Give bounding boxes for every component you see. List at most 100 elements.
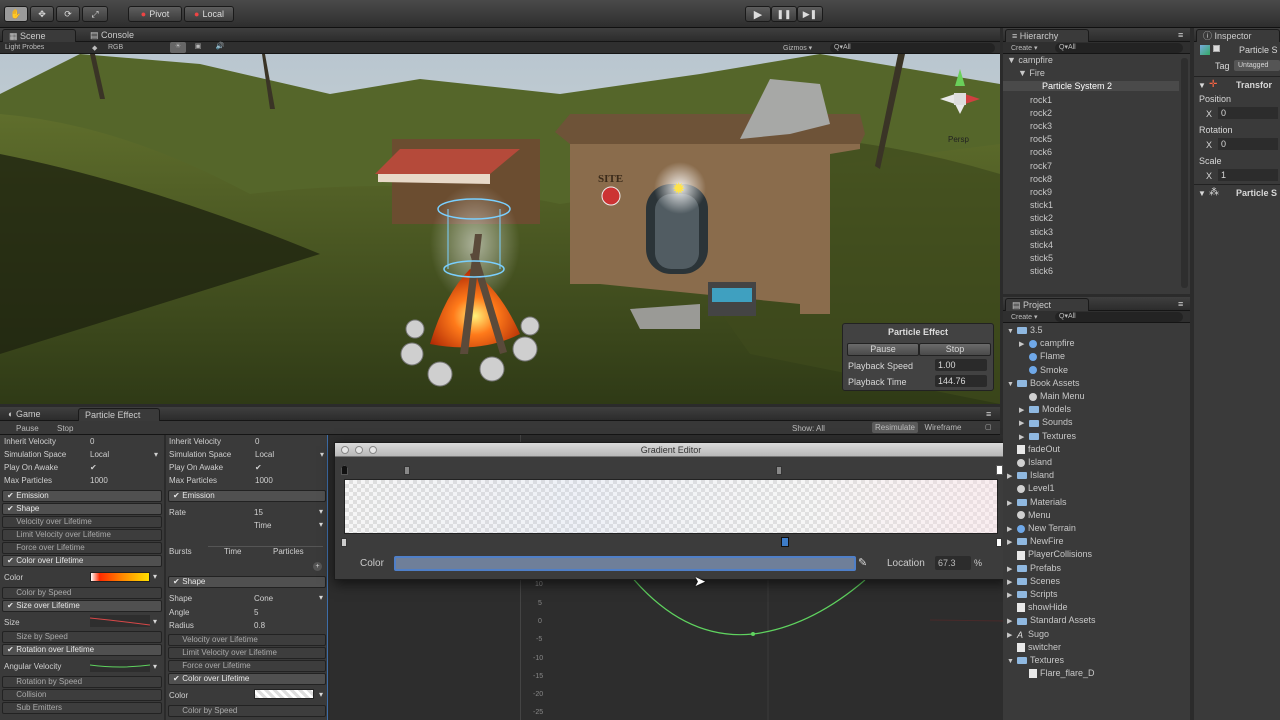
step-button[interactable]: ▶❚ [797,6,823,22]
foldout-arrow-icon[interactable]: ▶ [1007,578,1017,586]
panel-menu-icon[interactable]: ≡ [1178,30,1183,40]
playback-time-field[interactable]: 144.76 [935,375,987,387]
playback-speed-field[interactable]: 1.00 [935,359,987,371]
foldout-arrow-icon[interactable]: ▶ [1007,565,1017,573]
rate-unit-dropdown[interactable]: Time [254,521,271,530]
transform-header[interactable]: Transfor [1236,80,1272,90]
tab-inspector[interactable]: ⓘ Inspector [1196,29,1280,42]
hierarchy-create-button[interactable]: Create ▾ [1011,44,1037,52]
foldout-arrow-icon[interactable]: ▶ [1007,538,1017,546]
c2-module-force[interactable]: Force over Lifetime [168,660,326,672]
shape-dropdown[interactable]: Cone [254,594,273,603]
module-color-by-speed[interactable]: Color by Speed [2,587,162,599]
project-item[interactable]: ▶ campfire [1019,338,1075,348]
foldout-arrow-icon[interactable]: ▶ [1019,406,1029,414]
project-item[interactable]: ▼ 3.5 [1007,325,1043,335]
project-item[interactable]: ▶ Textures [1019,431,1076,441]
project-item[interactable]: ▶ Models [1019,404,1071,414]
hierarchy-item[interactable]: rock1 [1030,95,1052,105]
hierarchy-item[interactable]: rock2 [1030,108,1052,118]
foldout-arrow-icon[interactable]: ▶ [1007,472,1017,480]
module-sub-emitters[interactable]: Sub Emitters [2,702,162,714]
tab-console[interactable]: ▤ Console [84,29,154,42]
overlay-stop-button[interactable]: Stop [919,343,991,356]
project-item[interactable]: switcher [1007,642,1061,652]
panel-menu-icon[interactable]: ≡ [1178,299,1183,309]
alpha-key-handle[interactable] [776,466,782,475]
foldout-arrow-icon[interactable]: ▶ [1007,591,1017,599]
c2-color-gradient-swatch[interactable] [254,689,314,699]
project-create-button[interactable]: Create ▾ [1011,313,1037,321]
project-item[interactable]: Level1 [1007,483,1055,493]
project-item[interactable]: Flare_flare_D [1019,668,1095,679]
c2-module-velocity[interactable]: Velocity over Lifetime [168,634,326,646]
scale-x-field[interactable]: 1 [1218,169,1278,181]
foldout-arrow-icon[interactable]: ▼ [1198,81,1206,90]
module-checkbox[interactable]: ✔ [7,645,14,655]
particle-system-header[interactable]: Particle S [1236,188,1277,198]
c2-max-value[interactable]: 1000 [255,476,273,485]
color-key-handle[interactable] [341,538,347,547]
color-key-handle[interactable] [996,538,1002,547]
foldout-arrow-icon[interactable]: ▶ [1007,617,1017,625]
project-item[interactable]: ▶ Scripts [1007,589,1058,599]
hierarchy-item[interactable]: stick4 [1030,240,1053,250]
project-item[interactable]: Main Menu [1019,391,1085,401]
module-force[interactable]: Force over Lifetime [2,542,162,554]
project-item[interactable]: Flame [1019,351,1065,361]
gizmos-dropdown[interactable]: Gizmos ▾ [783,44,812,52]
gradient-location-field[interactable]: 67.3 [935,556,971,570]
foldout-arrow-icon[interactable]: ▼ [1007,381,1017,388]
module-emission[interactable]: ✔ Emission [2,490,162,502]
project-item[interactable]: ▶ Prefabs [1007,563,1061,573]
c1-sim-space-value[interactable]: Local [90,450,109,459]
project-item[interactable]: ▶ Standard Assets [1007,615,1096,625]
rotate-tool-icon[interactable]: ⟳ [56,6,80,22]
project-item[interactable]: PlayerCollisions [1007,549,1092,560]
c2-module-color-over-lifetime[interactable]: ✔ Color over Lifetime [168,673,326,685]
foldout-arrow-icon[interactable]: ▼ [1007,328,1017,335]
project-item[interactable]: ▶ Island [1007,470,1054,480]
bottom-stop-button[interactable]: Stop [57,424,73,433]
module-size-by-speed[interactable]: Size by Speed [2,631,162,643]
alpha-key-handle[interactable] [404,466,410,475]
hierarchy-item[interactable]: rock3 [1030,121,1052,131]
c2-sim-space-value[interactable]: Local [255,450,274,459]
hierarchy-item[interactable]: ▼ Fire [1018,68,1045,78]
module-rotation-by-speed[interactable]: Rotation by Speed [2,676,162,688]
c2-module-color-by-speed[interactable]: Color by Speed [168,705,326,717]
overlay-pause-button[interactable]: Pause [847,343,919,356]
c1-play-awake-checkbox[interactable]: ✔ [90,463,97,472]
module-shape[interactable]: ✔ Shape [2,503,162,515]
c2-module-shape[interactable]: ✔ Shape [168,576,326,588]
gradient-preview-bar[interactable] [344,479,998,534]
hierarchy-item[interactable]: rock7 [1030,161,1052,171]
c2-module-limit-velocity[interactable]: Limit Velocity over Lifetime [168,647,326,659]
foldout-arrow-icon[interactable]: ▼ [1007,658,1017,665]
object-name-field[interactable]: Particle S [1239,45,1278,55]
module-velocity[interactable]: Velocity over Lifetime [2,516,162,528]
module-checkbox[interactable]: ✔ [7,556,14,566]
pivot-toggle-button[interactable]: ● Pivot [128,6,182,22]
rotation-x-field[interactable]: 0 [1218,138,1278,150]
angular-curve-preview[interactable] [90,660,150,672]
hierarchy-item[interactable]: rock9 [1030,187,1052,197]
module-size-over-lifetime[interactable]: ✔ Size over Lifetime [2,600,162,612]
tab-particle-effect[interactable]: Particle Effect [78,408,160,421]
foldout-arrow-icon[interactable]: ▶ [1019,340,1029,348]
tab-scene[interactable]: ▦ Scene [2,29,76,42]
scene-search-input[interactable]: Q▾All [830,43,995,53]
foldout-arrow-icon[interactable]: ▶ [1007,525,1017,533]
hierarchy-item[interactable]: stick5 [1030,253,1053,263]
hierarchy-item[interactable]: stick2 [1030,213,1053,223]
light-probes-dropdown[interactable]: Light Probes [5,44,44,51]
size-curve-preview[interactable] [90,615,150,627]
hierarchy-item[interactable]: rock8 [1030,174,1052,184]
local-toggle-button[interactable]: ● Local [184,6,234,22]
project-item[interactable]: Smoke [1019,365,1068,375]
c2-play-awake-checkbox[interactable]: ✔ [255,463,262,472]
project-item[interactable]: showHide [1007,602,1068,613]
foldout-arrow-icon[interactable]: ▶ [1019,433,1029,441]
image-toggle-icon[interactable]: ▣ [190,42,206,53]
panel-menu-icon[interactable]: ≡ [986,409,991,419]
